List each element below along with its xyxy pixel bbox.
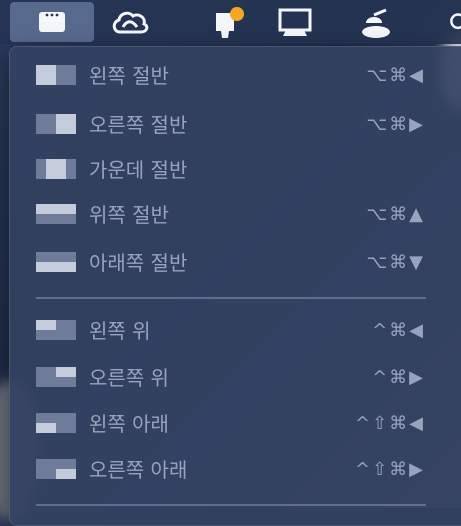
- menu-separator: [36, 504, 426, 506]
- bottom-left-icon: [36, 413, 76, 433]
- top-half-icon: [36, 204, 76, 224]
- menu-item-label: 가운데 절반: [89, 158, 188, 182]
- menu-item-top-left[interactable]: 왼쪽 위 ^⌘◀: [9, 311, 439, 351]
- menu-item-center-half[interactable]: 가운데 절반: [9, 150, 439, 190]
- top-right-icon: [36, 367, 76, 387]
- left-half-icon: [36, 65, 76, 85]
- menu-item-label: 왼쪽 아래: [89, 412, 169, 436]
- display-icon: [278, 8, 312, 36]
- search-button[interactable]: [448, 0, 461, 44]
- menu-item-top-right[interactable]: 오른쪽 위 ^⌘▶: [9, 358, 439, 398]
- window-snap-menu: 왼쪽 절반 ⌥⌘◀ 오른쪽 절반 ⌥⌘▶ 가운데 절반 위쪽 절반 ⌥⌘▲ 아래…: [9, 46, 461, 526]
- bottom-right-icon: [36, 459, 76, 479]
- creative-cloud-icon: [112, 11, 149, 34]
- menu-item-right-half[interactable]: 오른쪽 절반 ⌥⌘▶: [9, 105, 439, 145]
- shortcut-text: ⌥⌘▼: [366, 252, 425, 273]
- search-icon: [450, 13, 461, 30]
- top-left-icon: [36, 320, 76, 340]
- display-button[interactable]: [270, 0, 320, 44]
- menu-item-bottom-left[interactable]: 왼쪽 아래 ^⇧⌘◀: [9, 404, 439, 444]
- shortcut-text: ⌥⌘▶: [366, 114, 425, 135]
- menu-item-top-half[interactable]: 위쪽 절반 ⌥⌘▲: [9, 195, 439, 235]
- window-menu-button[interactable]: [10, 2, 94, 42]
- window-menu-icon: [39, 12, 65, 32]
- notification-tray-icon: [216, 7, 244, 38]
- lamp-icon: [362, 8, 390, 38]
- menu-item-bottom-right[interactable]: 오른쪽 아래 ^⇧⌘▶: [9, 450, 439, 490]
- menu-item-label: 오른쪽 위: [89, 366, 169, 390]
- menu-item-label: 왼쪽 절반: [89, 64, 169, 88]
- center-half-icon: [36, 159, 76, 179]
- shortcut-text: ⌥⌘▲: [366, 204, 425, 225]
- menu-item-label: 오른쪽 아래: [89, 458, 188, 482]
- shortcut-text: ^⇧⌘◀: [354, 413, 425, 434]
- menu-item-left-half[interactable]: 왼쪽 절반 ⌥⌘◀: [9, 56, 439, 96]
- menu-item-label: 왼쪽 위: [89, 319, 151, 343]
- menu-item-label: 오른쪽 절반: [89, 113, 188, 137]
- menu-item-bottom-half[interactable]: 아래쪽 절반 ⌥⌘▼: [9, 243, 439, 283]
- menu-item-label: 아래쪽 절반: [89, 251, 188, 275]
- menu-bar: [0, 0, 461, 44]
- menu-item-label: 위쪽 절반: [89, 203, 169, 227]
- creative-cloud-button[interactable]: [100, 0, 160, 44]
- lamp-button[interactable]: [355, 0, 405, 44]
- shortcut-text: ⌥⌘◀: [366, 65, 425, 86]
- menu-separator: [36, 297, 426, 299]
- right-half-icon: [36, 114, 76, 134]
- shortcut-text: ^⌘▶: [372, 367, 425, 388]
- shortcut-text: ^⌘◀: [372, 320, 425, 341]
- notification-tray-button[interactable]: [210, 0, 250, 44]
- shortcut-text: ^⇧⌘▶: [354, 459, 425, 480]
- bottom-half-icon: [36, 252, 76, 272]
